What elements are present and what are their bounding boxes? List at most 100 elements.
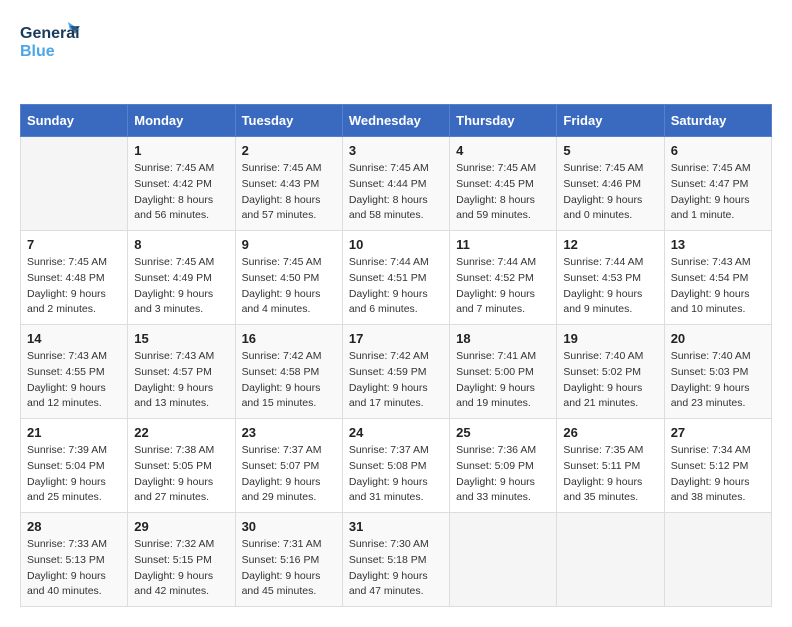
calendar-cell [21,137,128,231]
sunrise-text: Sunrise: 7:43 AM [27,349,121,365]
calendar-cell: 31 Sunrise: 7:30 AM Sunset: 5:18 PM Dayl… [342,513,449,607]
sunrise-text: Sunrise: 7:39 AM [27,443,121,459]
daylight-text: Daylight: 9 hours and 1 minute. [671,193,765,225]
sunrise-text: Sunrise: 7:34 AM [671,443,765,459]
daylight-text: Daylight: 9 hours and 13 minutes. [134,381,228,413]
sunrise-text: Sunrise: 7:40 AM [563,349,657,365]
day-info: Sunrise: 7:35 AM Sunset: 5:11 PM Dayligh… [563,443,657,506]
daylight-text: Daylight: 9 hours and 35 minutes. [563,475,657,507]
calendar-week-row: 28 Sunrise: 7:33 AM Sunset: 5:13 PM Dayl… [21,513,772,607]
daylight-text: Daylight: 9 hours and 17 minutes. [349,381,443,413]
day-info: Sunrise: 7:32 AM Sunset: 5:15 PM Dayligh… [134,537,228,600]
sunrise-text: Sunrise: 7:44 AM [349,255,443,271]
sunset-text: Sunset: 5:05 PM [134,459,228,475]
sunset-text: Sunset: 5:15 PM [134,553,228,569]
day-number: 31 [349,519,443,534]
daylight-text: Daylight: 9 hours and 12 minutes. [27,381,121,413]
daylight-text: Daylight: 9 hours and 45 minutes. [242,569,336,601]
day-info: Sunrise: 7:30 AM Sunset: 5:18 PM Dayligh… [349,537,443,600]
calendar-week-row: 1 Sunrise: 7:45 AM Sunset: 4:42 PM Dayli… [21,137,772,231]
day-info: Sunrise: 7:45 AM Sunset: 4:46 PM Dayligh… [563,161,657,224]
sunset-text: Sunset: 5:11 PM [563,459,657,475]
sunset-text: Sunset: 4:42 PM [134,177,228,193]
day-info: Sunrise: 7:45 AM Sunset: 4:44 PM Dayligh… [349,161,443,224]
calendar-cell: 11 Sunrise: 7:44 AM Sunset: 4:52 PM Dayl… [450,231,557,325]
calendar-cell: 20 Sunrise: 7:40 AM Sunset: 5:03 PM Dayl… [664,325,771,419]
sunset-text: Sunset: 4:53 PM [563,271,657,287]
calendar-cell: 2 Sunrise: 7:45 AM Sunset: 4:43 PM Dayli… [235,137,342,231]
sunrise-text: Sunrise: 7:45 AM [671,161,765,177]
day-number: 28 [27,519,121,534]
daylight-text: Daylight: 9 hours and 40 minutes. [27,569,121,601]
daylight-text: Daylight: 9 hours and 7 minutes. [456,287,550,319]
sunrise-text: Sunrise: 7:45 AM [349,161,443,177]
calendar-cell: 15 Sunrise: 7:43 AM Sunset: 4:57 PM Dayl… [128,325,235,419]
day-number: 9 [242,237,336,252]
daylight-text: Daylight: 9 hours and 6 minutes. [349,287,443,319]
sunset-text: Sunset: 4:57 PM [134,365,228,381]
day-number: 3 [349,143,443,158]
sunset-text: Sunset: 5:02 PM [563,365,657,381]
calendar-cell: 30 Sunrise: 7:31 AM Sunset: 5:16 PM Dayl… [235,513,342,607]
daylight-text: Daylight: 9 hours and 29 minutes. [242,475,336,507]
daylight-text: Daylight: 9 hours and 23 minutes. [671,381,765,413]
sunset-text: Sunset: 4:47 PM [671,177,765,193]
sunset-text: Sunset: 4:45 PM [456,177,550,193]
day-header-thursday: Thursday [450,105,557,137]
sunset-text: Sunset: 5:03 PM [671,365,765,381]
sunset-text: Sunset: 5:12 PM [671,459,765,475]
sunset-text: Sunset: 4:54 PM [671,271,765,287]
sunset-text: Sunset: 4:46 PM [563,177,657,193]
calendar-week-row: 14 Sunrise: 7:43 AM Sunset: 4:55 PM Dayl… [21,325,772,419]
day-info: Sunrise: 7:38 AM Sunset: 5:05 PM Dayligh… [134,443,228,506]
logo-svg: General Blue [20,20,80,65]
day-number: 14 [27,331,121,346]
day-number: 8 [134,237,228,252]
sunrise-text: Sunrise: 7:35 AM [563,443,657,459]
day-info: Sunrise: 7:43 AM Sunset: 4:55 PM Dayligh… [27,349,121,412]
daylight-text: Daylight: 9 hours and 2 minutes. [27,287,121,319]
daylight-text: Daylight: 9 hours and 38 minutes. [671,475,765,507]
day-number: 27 [671,425,765,440]
calendar-cell: 26 Sunrise: 7:35 AM Sunset: 5:11 PM Dayl… [557,419,664,513]
sunset-text: Sunset: 5:04 PM [27,459,121,475]
calendar-cell [450,513,557,607]
header: General Blue General Blue [20,20,772,94]
day-info: Sunrise: 7:39 AM Sunset: 5:04 PM Dayligh… [27,443,121,506]
sunrise-text: Sunrise: 7:37 AM [242,443,336,459]
daylight-text: Daylight: 9 hours and 9 minutes. [563,287,657,319]
sunrise-text: Sunrise: 7:45 AM [456,161,550,177]
sunrise-text: Sunrise: 7:32 AM [134,537,228,553]
day-info: Sunrise: 7:43 AM Sunset: 4:57 PM Dayligh… [134,349,228,412]
daylight-text: Daylight: 9 hours and 10 minutes. [671,287,765,319]
day-number: 2 [242,143,336,158]
sunrise-text: Sunrise: 7:44 AM [563,255,657,271]
calendar-cell: 3 Sunrise: 7:45 AM Sunset: 4:44 PM Dayli… [342,137,449,231]
day-info: Sunrise: 7:37 AM Sunset: 5:08 PM Dayligh… [349,443,443,506]
calendar-cell: 8 Sunrise: 7:45 AM Sunset: 4:49 PM Dayli… [128,231,235,325]
calendar-week-row: 21 Sunrise: 7:39 AM Sunset: 5:04 PM Dayl… [21,419,772,513]
sunset-text: Sunset: 5:08 PM [349,459,443,475]
daylight-text: Daylight: 9 hours and 27 minutes. [134,475,228,507]
calendar-cell: 13 Sunrise: 7:43 AM Sunset: 4:54 PM Dayl… [664,231,771,325]
day-number: 24 [349,425,443,440]
day-number: 20 [671,331,765,346]
sunrise-text: Sunrise: 7:42 AM [349,349,443,365]
sunset-text: Sunset: 4:44 PM [349,177,443,193]
day-info: Sunrise: 7:44 AM Sunset: 4:51 PM Dayligh… [349,255,443,318]
day-info: Sunrise: 7:45 AM Sunset: 4:43 PM Dayligh… [242,161,336,224]
calendar-cell: 19 Sunrise: 7:40 AM Sunset: 5:02 PM Dayl… [557,325,664,419]
day-info: Sunrise: 7:44 AM Sunset: 4:52 PM Dayligh… [456,255,550,318]
sunrise-text: Sunrise: 7:38 AM [134,443,228,459]
day-info: Sunrise: 7:45 AM Sunset: 4:50 PM Dayligh… [242,255,336,318]
calendar-cell: 29 Sunrise: 7:32 AM Sunset: 5:15 PM Dayl… [128,513,235,607]
daylight-text: Daylight: 8 hours and 56 minutes. [134,193,228,225]
day-number: 13 [671,237,765,252]
day-info: Sunrise: 7:45 AM Sunset: 4:45 PM Dayligh… [456,161,550,224]
daylight-text: Daylight: 8 hours and 58 minutes. [349,193,443,225]
sunset-text: Sunset: 4:58 PM [242,365,336,381]
day-info: Sunrise: 7:41 AM Sunset: 5:00 PM Dayligh… [456,349,550,412]
sunset-text: Sunset: 4:49 PM [134,271,228,287]
sunset-text: Sunset: 5:00 PM [456,365,550,381]
day-info: Sunrise: 7:36 AM Sunset: 5:09 PM Dayligh… [456,443,550,506]
